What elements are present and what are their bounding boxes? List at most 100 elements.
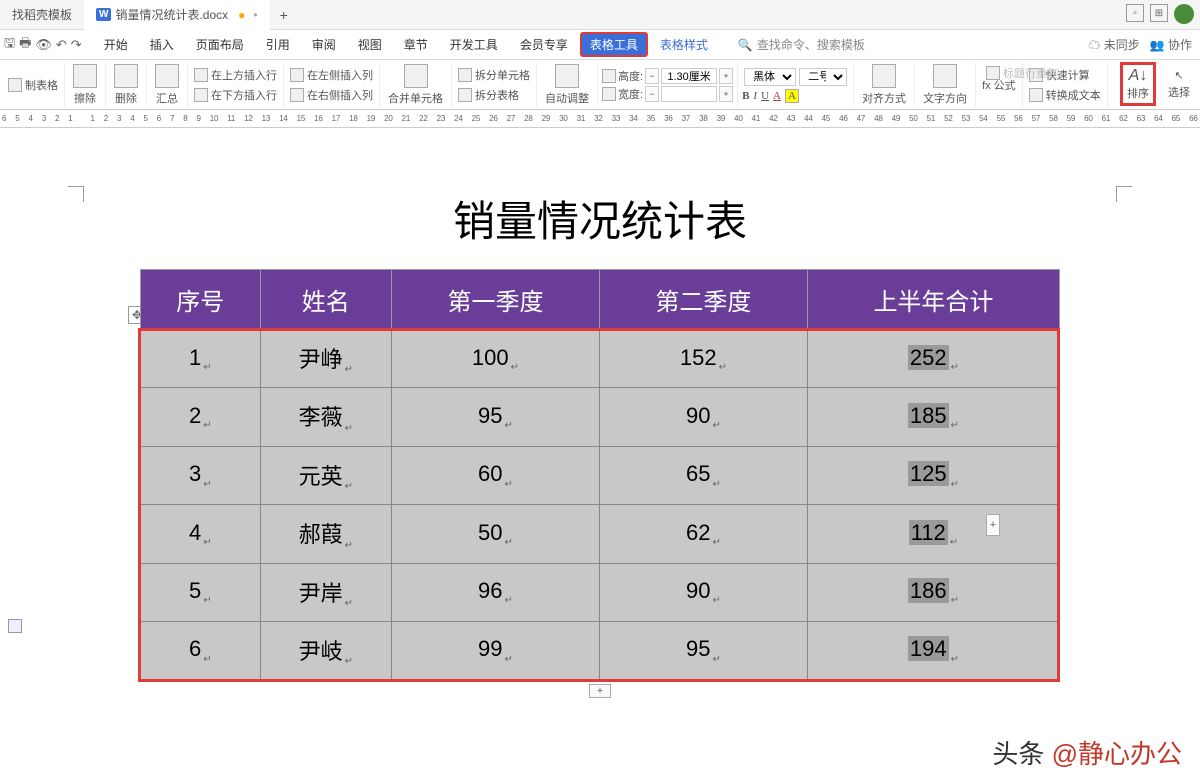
bold-button[interactable]: B [742,90,749,102]
autofit-button[interactable]: 自动调整 [541,64,593,106]
merge-cells-button[interactable]: 合并单元格 [384,64,447,106]
table-cell[interactable]: 100↵ [392,330,600,388]
table-row[interactable]: 1↵尹峥↵100↵152↵252↵ [141,330,1060,388]
summary-button[interactable]: 汇总 [151,64,183,106]
table-cell[interactable]: 郝葭↵ [260,505,391,563]
table-cell[interactable]: 90↵ [599,388,807,446]
table-cell[interactable]: 252↵ [807,330,1059,388]
layout-icon-1[interactable]: ▫ [1126,4,1144,22]
table-cell[interactable]: 90↵ [599,563,807,621]
add-row-button[interactable]: + [589,684,611,698]
table-cell[interactable]: 50↵ [392,505,600,563]
split-table-button[interactable]: 拆分表格 [456,86,532,104]
status-indicator[interactable] [8,619,22,633]
table-cell[interactable]: 95↵ [599,621,807,679]
height-increase[interactable]: + [719,68,733,84]
table-cell[interactable]: 2↵ [141,388,261,446]
collab-button[interactable]: 👥 协作 [1150,36,1192,53]
menu-6[interactable]: 章节 [394,32,438,57]
tab-document[interactable]: W 销量情况统计表.docx ● • [84,0,270,30]
underline-button[interactable]: U [761,90,769,102]
close-icon[interactable]: • [253,8,257,22]
erase-button[interactable]: 擦除 [69,64,101,106]
table-cell[interactable]: 96↵ [392,563,600,621]
menu-1[interactable]: 插入 [140,32,184,57]
align-button[interactable]: 对齐方式 [858,64,910,106]
tab-template[interactable]: 找稻壳模板 [0,0,84,30]
table-header[interactable]: 序号 [141,270,261,330]
font-family-select[interactable]: 黑体 [744,68,796,86]
table-cell[interactable]: 152↵ [599,330,807,388]
height-input[interactable] [661,68,717,84]
table-header[interactable]: 第二季度 [599,270,807,330]
table-cell[interactable]: 65↵ [599,446,807,504]
menu-8[interactable]: 会员专享 [510,32,578,57]
menu-3[interactable]: 引用 [256,32,300,57]
menu-10[interactable]: 表格样式 [650,32,718,57]
table-cell[interactable]: 99↵ [392,621,600,679]
height-decrease[interactable]: − [645,68,659,84]
menu-4[interactable]: 审阅 [302,32,346,57]
redo-icon[interactable]: ↷ [71,37,82,53]
text-direction-button[interactable]: 文字方向 [919,64,971,106]
insert-col-left-button[interactable]: 在左侧插入列 [288,66,375,84]
insert-row-above-button[interactable]: 在上方插入行 [192,66,279,84]
delete-button[interactable]: 删除 [110,64,142,106]
table-cell[interactable]: 尹峥↵ [260,330,391,388]
menu-7[interactable]: 开发工具 [440,32,508,57]
layout-icon-2[interactable]: ⊞ [1150,4,1168,22]
table-row[interactable]: 5↵尹岸↵96↵90↵186↵ [141,563,1060,621]
font-size-select[interactable]: 二号 [799,68,847,86]
insert-row-below-button[interactable]: 在下方插入行 [192,86,279,104]
font-color-button[interactable]: A [773,90,781,102]
sort-button[interactable]: A↓ 排序 [1120,62,1156,106]
table-cell[interactable]: 3↵ [141,446,261,504]
table-cell[interactable]: 李薇↵ [260,388,391,446]
width-decrease[interactable]: − [645,86,659,102]
highlight-button[interactable]: A [785,89,799,103]
width-increase[interactable]: + [719,86,733,102]
table-header[interactable]: 姓名 [260,270,391,330]
sales-table[interactable]: 序号姓名第一季度第二季度上半年合计1↵尹峥↵100↵152↵252↵2↵李薇↵9… [140,269,1060,680]
table-cell[interactable]: 112↵ [807,505,1059,563]
table-row[interactable]: 4↵郝葭↵50↵62↵112↵ [141,505,1060,563]
new-tab-button[interactable]: + [270,7,298,23]
convert-text-button[interactable]: 转换成文本 [1027,86,1103,104]
print-icon[interactable]: 🖶 [19,34,31,56]
menu-9[interactable]: 表格工具 [580,32,648,57]
table-cell[interactable]: 4↵ [141,505,261,563]
table-cell[interactable]: 185↵ [807,388,1059,446]
undo-icon[interactable]: ↶ [56,37,67,53]
save-icon[interactable]: 🖫 [4,34,15,56]
menu-5[interactable]: 视图 [348,32,392,57]
table-cell[interactable]: 62↵ [599,505,807,563]
table-cell[interactable]: 1↵ [141,330,261,388]
table-cell[interactable]: 194↵ [807,621,1059,679]
row-height-control[interactable]: 高度: − + [602,68,733,84]
insert-col-right-button[interactable]: 在右侧插入列 [288,86,375,104]
copy-table-button[interactable]: 制表格 [6,76,60,94]
preview-icon[interactable]: 👁 [35,37,52,53]
sync-status[interactable]: ☁ 未同步 [1088,36,1139,53]
horizontal-ruler[interactable]: 6543211234567891011121314151617181920212… [0,110,1200,128]
width-input[interactable] [661,86,717,102]
table-row[interactable]: 3↵元英↵60↵65↵125↵ [141,446,1060,504]
table-cell[interactable]: 尹岐↵ [260,621,391,679]
add-col-button[interactable]: + [986,514,1000,536]
table-cell[interactable]: 95↵ [392,388,600,446]
table-cell[interactable]: 元英↵ [260,446,391,504]
command-search[interactable]: 🔍 查找命令、搜索模板 [738,36,865,53]
select-button[interactable]: ↖选择 [1164,69,1194,100]
table-cell[interactable]: 60↵ [392,446,600,504]
italic-button[interactable]: I [753,90,757,102]
menu-2[interactable]: 页面布局 [186,32,254,57]
menu-0[interactable]: 开始 [94,32,138,57]
col-width-control[interactable]: 宽度: − + [602,86,733,102]
table-cell[interactable]: 186↵ [807,563,1059,621]
user-avatar[interactable] [1174,4,1194,24]
table-header[interactable]: 第一季度 [392,270,600,330]
table-cell[interactable]: 尹岸↵ [260,563,391,621]
table-cell[interactable]: 6↵ [141,621,261,679]
title-repeat-button[interactable]: 标题行重复 [984,64,1060,82]
split-cell-button[interactable]: 拆分单元格 [456,66,532,84]
